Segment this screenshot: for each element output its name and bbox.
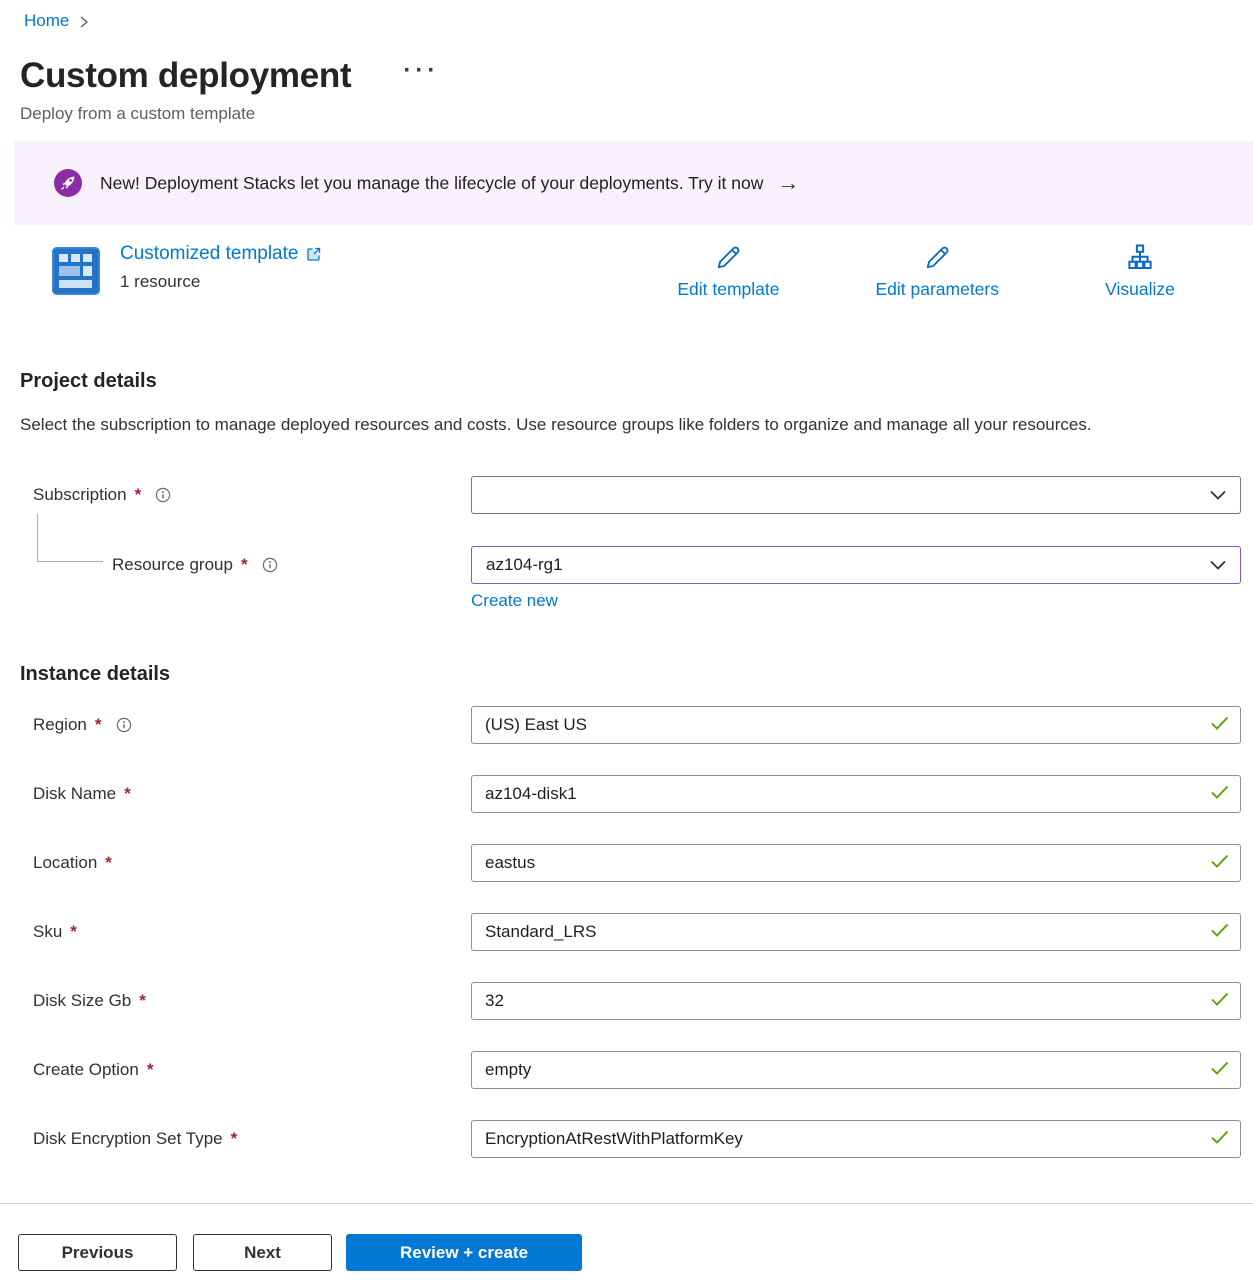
required-asterisk: * [95,715,102,735]
required-asterisk: * [124,784,131,804]
disk-name-label: Disk Name [33,784,116,804]
project-details-description: Select the subscription to manage deploy… [20,409,1180,440]
deployment-stacks-banner[interactable]: New! Deployment Stacks let you manage th… [14,141,1253,225]
disk-encryption-set-type-label: Disk Encryption Set Type [33,1129,223,1149]
visualize-button[interactable]: Visualize [1095,243,1185,300]
pencil-icon [922,243,952,273]
breadcrumb-home-link[interactable]: Home [24,11,69,31]
page: Home Custom deployment ··· Deploy from a… [0,0,1253,1158]
project-details-heading: Project details [20,370,1241,393]
more-menu-button[interactable]: ··· [399,66,443,86]
region-label: Region [33,715,87,735]
info-icon[interactable] [155,487,171,503]
region-row: Region * [20,706,1241,744]
breadcrumb: Home [24,8,1241,34]
disk-encryption-set-type-row: Disk Encryption Set Type * [20,1120,1241,1158]
create-new-link[interactable]: Create new [471,591,558,610]
disk-size-label: Disk Size Gb [33,991,131,1011]
page-subtitle: Deploy from a custom template [20,104,1241,124]
required-asterisk: * [241,555,248,575]
sku-row: Sku * [20,913,1241,951]
sku-label: Sku [33,922,62,942]
arrow-right-icon: → [777,172,799,194]
edit-parameters-button[interactable]: Edit parameters [875,243,999,300]
disk-encryption-set-type-input[interactable] [471,1120,1241,1158]
disk-name-input[interactable] [471,775,1241,813]
create-option-input[interactable] [471,1051,1241,1089]
pencil-icon [713,243,743,273]
location-label: Location [33,853,97,873]
next-button[interactable]: Next [193,1234,332,1271]
customized-template-link[interactable]: Customized template [120,243,322,265]
required-asterisk: * [70,922,77,942]
create-option-row: Create Option * [20,1051,1241,1089]
create-option-label: Create Option [33,1060,139,1080]
banner-message: New! Deployment Stacks let you manage th… [100,173,763,194]
rocket-icon [54,169,82,197]
required-asterisk: * [139,991,146,1011]
required-asterisk: * [105,853,112,873]
required-asterisk: * [231,1129,238,1149]
location-input[interactable] [471,844,1241,882]
required-asterisk: * [135,485,142,505]
chevron-down-icon [1210,560,1226,570]
subscription-label: Subscription [33,485,127,505]
wizard-footer: Previous Next Review + create [0,1203,1253,1280]
resource-count: 1 resource [120,272,322,292]
chevron-down-icon [1210,490,1226,500]
review-create-button[interactable]: Review + create [346,1234,582,1271]
subscription-dropdown[interactable] [471,476,1241,514]
subscription-row: Subscription * [20,476,1241,514]
org-chart-icon [1125,243,1155,273]
resource-group-dropdown[interactable]: az104-rg1 [471,546,1241,584]
disk-size-row: Disk Size Gb * [20,982,1241,1020]
info-icon[interactable] [116,717,132,733]
edit-template-button[interactable]: Edit template [677,243,779,300]
chevron-right-icon [79,15,89,29]
resource-group-value: az104-rg1 [486,555,1210,575]
region-input[interactable] [471,706,1241,744]
info-icon[interactable] [262,557,278,573]
parent-child-connector [37,514,103,562]
resource-group-row: Resource group * az104-rg1 [20,546,1241,584]
sku-input[interactable] [471,913,1241,951]
disk-name-row: Disk Name * [20,775,1241,813]
page-title: Custom deployment [20,56,351,96]
external-link-icon [306,246,322,262]
location-row: Location * [20,844,1241,882]
instance-details-heading: Instance details [20,663,1241,686]
disk-size-input[interactable] [471,982,1241,1020]
template-icon [52,247,100,295]
required-asterisk: * [147,1060,154,1080]
previous-button[interactable]: Previous [18,1234,177,1271]
resource-group-label: Resource group [112,555,233,575]
